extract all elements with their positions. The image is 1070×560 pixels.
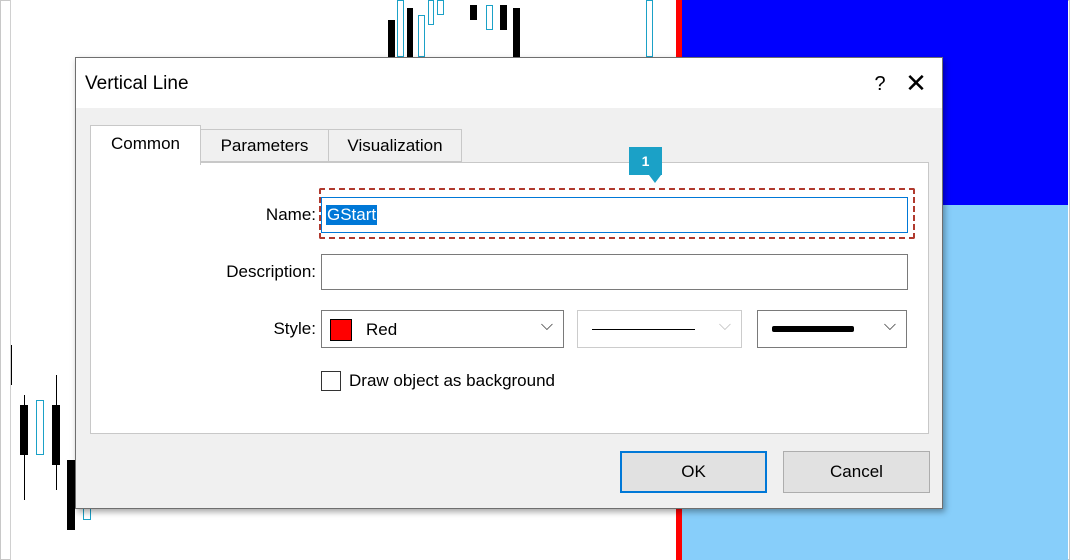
candle bbox=[437, 0, 444, 15]
description-label: Description: bbox=[226, 262, 316, 281]
candle-wick bbox=[24, 395, 25, 500]
dialog-titlebar: Vertical Line ? ✕ bbox=[76, 58, 942, 108]
line-width-preview bbox=[772, 326, 854, 332]
tab-parameters[interactable]: Parameters bbox=[201, 129, 329, 162]
color-swatch bbox=[330, 319, 352, 341]
highlight-annotation bbox=[319, 188, 915, 239]
candle bbox=[67, 460, 75, 530]
dialog-title: Vertical Line bbox=[85, 73, 189, 94]
annotation-badge: 1 bbox=[629, 147, 662, 175]
candle bbox=[397, 0, 404, 57]
chevron-down-icon: ⌵ bbox=[718, 317, 731, 334]
cancel-button[interactable]: Cancel bbox=[783, 451, 930, 493]
candle bbox=[646, 0, 653, 57]
draw-as-background-checkbox[interactable] bbox=[321, 371, 341, 391]
line-style-select[interactable]: ⌵ bbox=[577, 310, 742, 348]
description-field[interactable] bbox=[321, 254, 908, 290]
chevron-down-icon: ⌵ bbox=[540, 317, 553, 334]
color-select-value: Red bbox=[366, 320, 398, 339]
draw-as-background-label[interactable]: Draw object as background bbox=[349, 371, 555, 391]
candle bbox=[486, 5, 493, 30]
vertical-line-dialog: Vertical Line ? ✕ Common Parameters Visu… bbox=[75, 57, 943, 509]
line-style-preview bbox=[592, 329, 695, 330]
tab-common[interactable]: Common bbox=[90, 125, 201, 165]
close-icon[interactable]: ✕ bbox=[896, 66, 936, 100]
candle bbox=[470, 5, 477, 20]
annotation-badge-pointer bbox=[649, 175, 661, 183]
line-width-select[interactable]: ⌵ bbox=[757, 310, 907, 348]
candle bbox=[513, 8, 520, 57]
candle bbox=[500, 5, 507, 30]
chevron-down-icon: ⌵ bbox=[883, 317, 896, 334]
name-label: Name: bbox=[265, 205, 316, 224]
tab-visualization[interactable]: Visualization bbox=[329, 129, 462, 162]
candle-wick bbox=[56, 375, 57, 490]
style-label: Style: bbox=[273, 319, 316, 338]
candle-wick bbox=[11, 345, 12, 385]
color-select[interactable]: Red ⌵ bbox=[321, 310, 564, 348]
candle bbox=[418, 15, 425, 57]
candle bbox=[407, 8, 413, 57]
help-button[interactable]: ? bbox=[866, 70, 894, 98]
candle bbox=[388, 20, 395, 57]
candle bbox=[36, 400, 44, 455]
ok-button[interactable]: OK bbox=[620, 451, 767, 493]
candle bbox=[428, 0, 434, 25]
